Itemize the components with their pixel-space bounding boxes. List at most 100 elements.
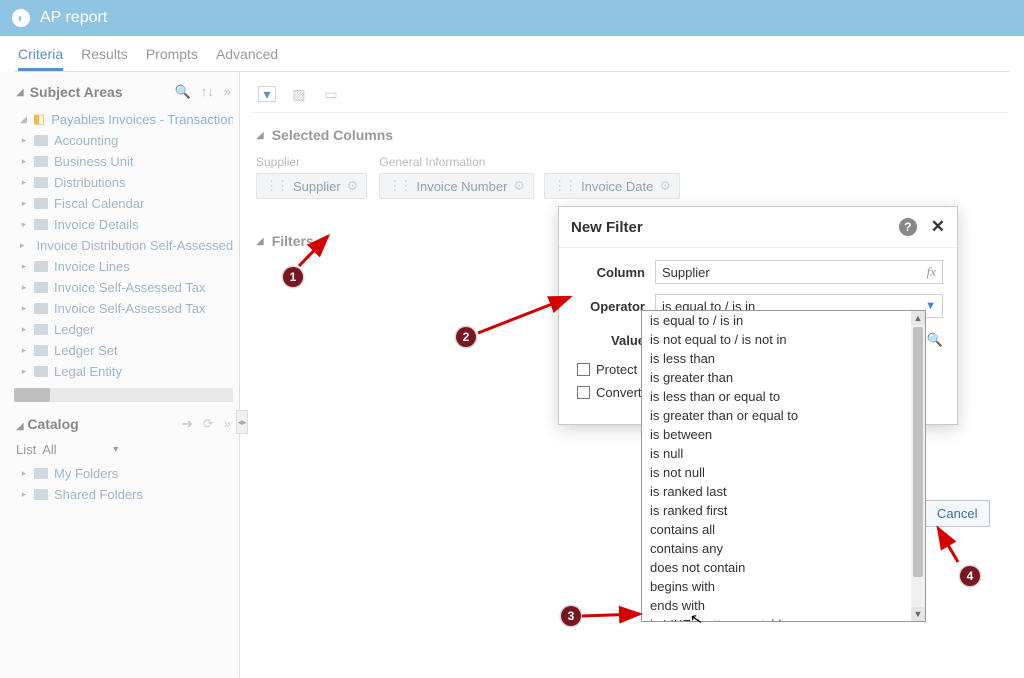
group-label: General Information [379, 153, 680, 171]
tab-prompts[interactable]: Prompts [146, 46, 198, 71]
tab-criteria[interactable]: Criteria [18, 46, 63, 71]
operator-option[interactable]: is LIKE (pattern match) [642, 615, 925, 621]
drag-handle-icon[interactable]: ⋮⋮ [388, 178, 410, 194]
folder-icon [34, 177, 48, 188]
dropdown-scrollbar[interactable]: ▲ ▼ [911, 311, 925, 621]
operator-option[interactable]: is equal to / is in [642, 311, 925, 330]
column-chip-supplier[interactable]: ⋮⋮ Supplier ⚙ [256, 173, 367, 199]
operator-option[interactable]: contains any [642, 539, 925, 558]
drag-handle-icon[interactable]: ⋮⋮ [553, 178, 575, 194]
folder-icon [34, 219, 48, 230]
column-label: Column [573, 265, 645, 280]
catalog-title: Catalog [27, 416, 78, 432]
column-field[interactable]: Supplier fx [655, 260, 943, 284]
refresh-icon[interactable]: ⟳ [203, 416, 214, 432]
operator-option[interactable]: contains all [642, 520, 925, 539]
collapse-icon[interactable]: ◢ [16, 87, 24, 98]
more-icon[interactable]: » [224, 84, 231, 100]
column-chip-invoice-date[interactable]: ⋮⋮ Invoice Date ⚙ [544, 173, 680, 199]
tree-node[interactable]: ▸Invoice Self-Assessed Tax [14, 277, 233, 298]
tree-node[interactable]: ▸Fiscal Calendar [14, 193, 233, 214]
more-icon[interactable]: » [224, 416, 231, 432]
tree-node[interactable]: ▸Invoice Self-Assessed Tax [14, 298, 233, 319]
subject-areas-tree: ◢ ◧ Payables Invoices - Transactions Rea… [14, 108, 233, 382]
group-label: Supplier [256, 153, 367, 171]
tree-node[interactable]: ▸Distributions [14, 172, 233, 193]
dialog-title: New Filter [571, 219, 643, 236]
collapse-icon[interactable]: ◢ [256, 236, 264, 247]
collapse-icon[interactable]: ◢ [16, 421, 24, 432]
search-icon[interactable]: 🔍 [175, 84, 191, 100]
operator-option[interactable]: is ranked first [642, 501, 925, 520]
operator-option[interactable]: is less than or equal to [642, 387, 925, 406]
value-label: Value [573, 333, 645, 348]
horizontal-scrollbar[interactable] [14, 388, 233, 402]
tree-root[interactable]: ◢ ◧ Payables Invoices - Transactions Rea… [14, 108, 233, 130]
operator-option[interactable]: does not contain [642, 558, 925, 577]
folder-icon [34, 156, 48, 167]
operator-dropdown[interactable]: is equal to / is inis not equal to / is … [641, 310, 926, 622]
folder-icon [34, 303, 48, 314]
drag-handle-icon[interactable]: ⋮⋮ [265, 178, 287, 194]
page-title: AP report [40, 9, 107, 27]
tree-node[interactable]: ▸My Folders [14, 463, 233, 484]
tree-node[interactable]: ▸Business Unit [14, 151, 233, 172]
scroll-down-icon[interactable]: ▼ [911, 607, 925, 621]
filters-title: Filters [272, 233, 314, 249]
gear-icon[interactable]: ⚙ [513, 178, 525, 194]
tab-advanced[interactable]: Advanced [216, 46, 278, 71]
step-marker-1: 1 [283, 267, 303, 287]
folder-icon [34, 324, 48, 335]
operator-option[interactable]: is less than [642, 349, 925, 368]
chart-toolbar-icon[interactable]: ▨ [290, 86, 308, 102]
operator-option[interactable]: is greater than or equal to [642, 406, 925, 425]
operator-option[interactable]: is not null [642, 463, 925, 482]
app-header: ◐ AP report [0, 0, 1024, 36]
criteria-toolbar: ▾ ▨ ▭ [252, 82, 1008, 113]
operator-option[interactable]: ends with [642, 596, 925, 615]
operator-option[interactable]: is null [642, 444, 925, 463]
tab-bar: Criteria Results Prompts Advanced [0, 36, 1024, 71]
step-marker-4: 4 [960, 566, 980, 586]
sort-icon[interactable]: ↑↓ [201, 84, 214, 100]
tree-node[interactable]: ▸Invoice Details [14, 214, 233, 235]
list-label: List [16, 442, 36, 457]
list-select[interactable]: All ▾ [42, 442, 118, 457]
tree-node[interactable]: ▸Invoice Distribution Self-Assessed Tax [14, 235, 233, 256]
operator-option[interactable]: begins with [642, 577, 925, 596]
cancel-button[interactable]: Cancel [924, 500, 990, 527]
tree-node[interactable]: ▸Invoice Lines [14, 256, 233, 277]
filter-toolbar-icon[interactable]: ▾ [258, 86, 276, 102]
operator-option[interactable]: is greater than [642, 368, 925, 387]
subject-areas-title: Subject Areas [30, 84, 123, 100]
properties-toolbar-icon[interactable]: ▭ [322, 86, 340, 102]
column-chip-invoice-number[interactable]: ⋮⋮ Invoice Number ⚙ [379, 173, 534, 199]
scroll-up-icon[interactable]: ▲ [911, 311, 925, 325]
folder-icon [34, 135, 48, 146]
close-icon[interactable]: ✕ [931, 217, 945, 237]
folder-icon [34, 282, 48, 293]
tree-node[interactable]: ▸Accounting [14, 130, 233, 151]
gear-icon[interactable]: ⚙ [659, 178, 671, 194]
operator-option[interactable]: is ranked last [642, 482, 925, 501]
globe-icon: ◐ [12, 9, 30, 27]
folder-icon [34, 261, 48, 272]
arrow-icon[interactable]: ➜ [182, 416, 193, 432]
fx-icon[interactable]: fx [927, 264, 936, 280]
tab-results[interactable]: Results [81, 46, 128, 71]
folder-icon [34, 345, 48, 356]
operator-option[interactable]: is between [642, 425, 925, 444]
tree-node[interactable]: ▸Legal Entity [14, 361, 233, 382]
collapse-icon[interactable]: ◢ [256, 130, 264, 141]
gear-icon[interactable]: ⚙ [347, 178, 359, 194]
help-icon[interactable]: ? [899, 218, 917, 236]
tree-node[interactable]: ▸Ledger Set [14, 340, 233, 361]
tree-node[interactable]: ▸Shared Folders [14, 484, 233, 505]
checkbox-icon [577, 386, 590, 399]
pane-collapse-handle[interactable]: ◂▸ [236, 410, 248, 434]
chevron-down-icon: ▾ [113, 444, 118, 455]
tree-node[interactable]: ▸Ledger [14, 319, 233, 340]
search-icon[interactable]: 🔍 [927, 332, 943, 348]
folder-icon [34, 468, 48, 479]
operator-option[interactable]: is not equal to / is not in [642, 330, 925, 349]
